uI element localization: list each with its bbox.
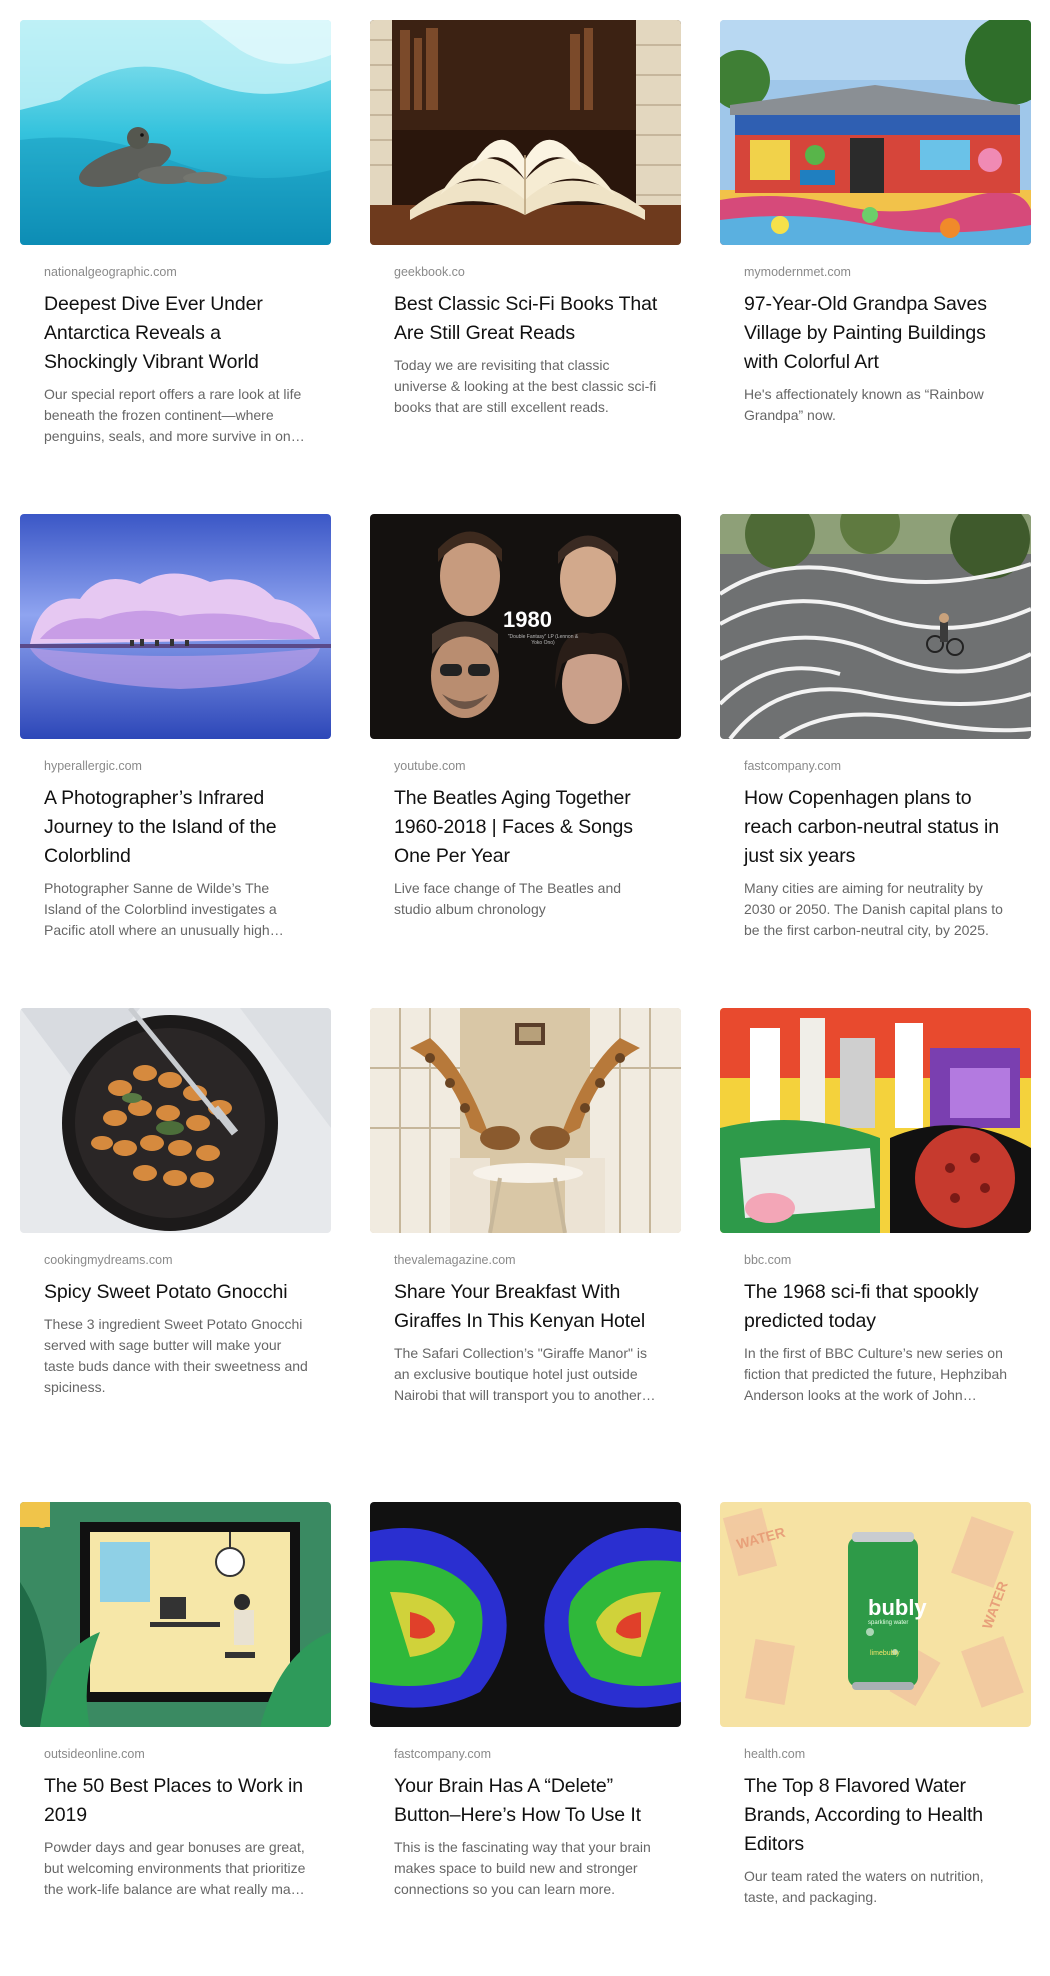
giraffe-manor-photo — [370, 1008, 681, 1233]
article-title[interactable]: The Beatles Aging Together 1960-2018 | F… — [394, 784, 659, 871]
article-card[interactable]: geekbook.co Best Classic Sci-Fi Books Th… — [370, 20, 681, 418]
article-excerpt: Our special report offers a rare look at… — [44, 386, 302, 444]
article-title[interactable]: How Copenhagen plans to reach carbon-neu… — [744, 784, 1009, 871]
brain-scan-image — [370, 1502, 681, 1727]
article-source: health.com — [744, 1747, 806, 1761]
article-image-rainbow-village[interactable] — [720, 20, 1031, 245]
book-photo — [370, 20, 681, 245]
article-image-gnocchi[interactable] — [20, 1008, 331, 1233]
article-source: hyperallergic.com — [44, 759, 142, 773]
article-image-office-illustration[interactable] — [20, 1502, 331, 1727]
article-card[interactable]: bbc.com The 1968 sci-fi that spookly pre… — [720, 1008, 1031, 1406]
article-card[interactable]: 1980 "Double Fantasy" LP (Lennon & Yoko … — [370, 514, 681, 920]
article-source: youtube.com — [394, 759, 466, 773]
gnocchi-photo — [20, 1008, 331, 1233]
copenhagen-photo — [720, 514, 1031, 739]
article-image-brain-scan[interactable] — [370, 1502, 681, 1727]
article-image-copenhagen-cyclist[interactable] — [720, 514, 1031, 739]
article-source: nationalgeographic.com — [44, 265, 177, 279]
article-excerpt: Many cities are aiming for neutrality by… — [744, 880, 1003, 938]
article-image-giraffes[interactable] — [370, 1008, 681, 1233]
article-source: outsideonline.com — [44, 1747, 145, 1761]
article-card[interactable]: outsideonline.com The 50 Best Places to … — [20, 1502, 331, 1900]
article-card[interactable]: thevalemagazine.com Share Your Breakfast… — [370, 1008, 681, 1406]
article-title[interactable]: Best Classic Sci-Fi Books That Are Still… — [394, 290, 659, 348]
article-card[interactable]: nationalgeographic.com Deepest Dive Ever… — [20, 20, 331, 447]
article-source: fastcompany.com — [394, 1747, 492, 1761]
article-card[interactable]: cookingmydreams.com Spicy Sweet Potato G… — [20, 1008, 331, 1398]
article-title[interactable]: Deepest Dive Ever Under Antarctica Revea… — [44, 290, 309, 377]
article-excerpt: In the first of BBC Culture’s new series… — [744, 1345, 1008, 1403]
article-card[interactable]: mymodernmet.com 97-Year-Old Grandpa Save… — [720, 20, 1031, 426]
office-illustration — [20, 1502, 331, 1727]
article-image-seal-underwater[interactable] — [20, 20, 331, 245]
article-excerpt: Live face change of The Beatles and stud… — [394, 880, 622, 917]
seal-photo — [20, 20, 331, 245]
article-excerpt: These 3 ingredient Sweet Potato Gnocchi … — [44, 1316, 308, 1395]
article-title[interactable]: The 1968 sci-fi that spookly predicted t… — [744, 1278, 1009, 1336]
article-grid: nationalgeographic.com Deepest Dive Ever… — [0, 0, 1050, 1976]
article-source: fastcompany.com — [744, 759, 842, 773]
infrared-island-photo — [20, 514, 331, 739]
article-source: cookingmydreams.com — [44, 1253, 173, 1267]
can-flavor-label: limebubly — [870, 1650, 900, 1657]
article-source: geekbook.co — [394, 265, 465, 279]
article-excerpt: Today we are revisiting that classic uni… — [394, 357, 657, 415]
article-image-infrared-island[interactable] — [20, 514, 331, 739]
scifi-illustration — [720, 1008, 1031, 1233]
article-excerpt: Powder days and gear bonuses are great, … — [44, 1839, 306, 1897]
article-excerpt: This is the fascinating way that your br… — [394, 1839, 651, 1897]
article-excerpt: Photographer Sanne de Wilde’s The Island… — [44, 880, 277, 938]
image-album-caption: "Double Fantasy" LP (Lennon & Yoko Ono) — [507, 634, 579, 646]
article-title[interactable]: Spicy Sweet Potato Gnocchi — [44, 1278, 309, 1307]
article-title[interactable]: Share Your Breakfast With Giraffes In Th… — [394, 1278, 659, 1336]
article-source: bbc.com — [744, 1253, 792, 1267]
article-source: mymodernmet.com — [744, 265, 851, 279]
article-excerpt: He's affectionately known as “Rainbow Gr… — [744, 386, 984, 423]
article-image-beatles-faces[interactable]: 1980 "Double Fantasy" LP (Lennon & Yoko … — [370, 514, 681, 739]
article-card[interactable]: hyperallergic.com A Photographer’s Infra… — [20, 514, 331, 941]
article-title[interactable]: A Photographer’s Infrared Journey to the… — [44, 784, 309, 871]
article-image-open-book[interactable] — [370, 20, 681, 245]
article-image-bubly-can[interactable]: bubly sparkling water limebubly WATER WA… — [720, 1502, 1031, 1727]
article-card[interactable]: fastcompany.com How Copenhagen plans to … — [720, 514, 1031, 941]
article-image-scifi-illustration[interactable] — [720, 1008, 1031, 1233]
article-title[interactable]: 97-Year-Old Grandpa Saves Village by Pai… — [744, 290, 1009, 377]
image-year-caption: 1980 — [503, 607, 552, 632]
article-card[interactable]: fastcompany.com Your Brain Has A “Delete… — [370, 1502, 681, 1900]
article-title[interactable]: Your Brain Has A “Delete” Button–Here’s … — [394, 1772, 659, 1830]
article-title[interactable]: The Top 8 Flavored Water Brands, Accordi… — [744, 1772, 1009, 1859]
article-excerpt: Our team rated the waters on nutrition, … — [744, 1868, 984, 1905]
rainbow-village-photo — [720, 20, 1031, 245]
article-card[interactable]: bubly sparkling water limebubly WATER WA… — [720, 1502, 1031, 1908]
article-excerpt: The Safari Collection’s "Giraffe Manor" … — [394, 1345, 647, 1403]
article-title[interactable]: The 50 Best Places to Work in 2019 — [44, 1772, 309, 1830]
article-source: thevalemagazine.com — [394, 1253, 516, 1267]
can-brand-subtitle: sparkling water — [868, 1620, 909, 1626]
can-brand-logo: bubly — [868, 1595, 927, 1620]
